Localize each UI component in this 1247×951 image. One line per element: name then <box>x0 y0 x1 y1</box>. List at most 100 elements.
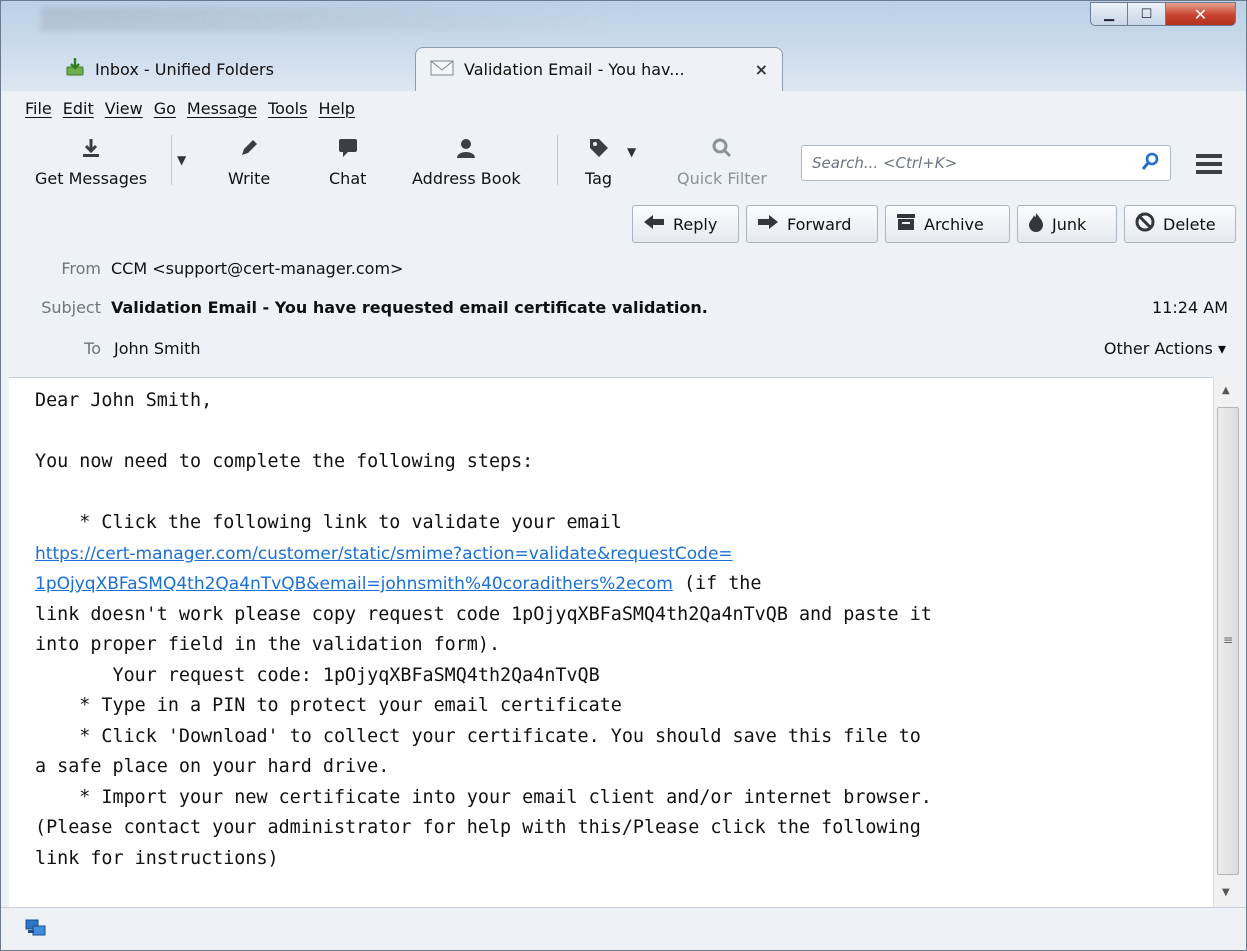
reply-button[interactable]: Reply <box>632 205 739 243</box>
toolbar-separator <box>171 135 172 185</box>
close-icon: ✕ <box>1193 4 1208 24</box>
quick-filter-label: Quick Filter <box>677 169 767 188</box>
pencil-icon <box>238 135 260 161</box>
thunderbird-window: Inbox - Unified Folders Validation Email… <box>0 0 1247 951</box>
address-book-button[interactable]: Address Book <box>412 135 521 188</box>
get-messages-dropdown-icon[interactable]: ▼ <box>177 153 186 167</box>
search-input[interactable]: Search... <Ctrl+K> <box>801 145 1171 181</box>
chat-label: Chat <box>329 169 367 188</box>
quick-filter-button[interactable]: Quick Filter <box>677 135 767 188</box>
archive-box-icon <box>896 213 916 235</box>
write-label: Write <box>228 169 271 188</box>
greeting: Dear John Smith, <box>35 390 213 411</box>
intro-text: You now need to complete the following s… <box>35 451 534 472</box>
scrollbar-grip-icon: ≡ <box>1223 633 1234 647</box>
menu-file[interactable]: File <box>25 99 52 118</box>
tab-close-icon[interactable]: × <box>755 60 768 79</box>
maximize-icon: ☐ <box>1140 6 1153 22</box>
step-validate: * Click the following link to validate y… <box>35 512 622 533</box>
online-status-icon[interactable] <box>25 918 47 942</box>
junk-flame-icon <box>1028 212 1044 236</box>
step-download: * Click 'Download' to collect your certi… <box>35 725 921 747</box>
get-messages-button[interactable]: Get Messages <box>35 135 147 188</box>
search-placeholder: Search... <Ctrl+K> <box>812 154 958 172</box>
tab-validation-email[interactable]: Validation Email - You hav... × <box>415 47 783 91</box>
scroll-down-arrow-icon[interactable]: ▼ <box>1222 887 1230 898</box>
to-row: To John Smith Other Actions ▾ <box>1 339 1246 363</box>
message-text: Dear John Smith, You now need to complet… <box>35 386 932 874</box>
minimize-icon: ▁ <box>1104 6 1114 22</box>
tab-inbox[interactable]: Inbox - Unified Folders <box>51 47 401 91</box>
other-actions-button[interactable]: Other Actions ▾ <box>1104 339 1226 358</box>
window-controls: ▁ ☐ ✕ <box>1090 2 1236 26</box>
forward-label: Forward <box>787 214 852 234</box>
link-fallback-text: link doesn't work please copy request co… <box>35 603 932 625</box>
menu-message[interactable]: Message <box>187 99 257 118</box>
toolbar-separator <box>557 135 558 185</box>
link-fallback-text-cont: into proper field in the validation form… <box>35 634 501 655</box>
delete-button[interactable]: Delete <box>1124 205 1236 243</box>
envelope-icon <box>430 59 454 81</box>
tab-inbox-label: Inbox - Unified Folders <box>95 59 274 79</box>
archive-label: Archive <box>924 214 984 234</box>
to-value[interactable]: John Smith <box>114 339 200 358</box>
forward-button[interactable]: Forward <box>746 205 878 243</box>
junk-button[interactable]: Junk <box>1017 205 1117 243</box>
download-icon <box>80 135 102 161</box>
close-window-button[interactable]: ✕ <box>1166 2 1236 26</box>
get-messages-label: Get Messages <box>35 169 148 188</box>
write-button[interactable]: Write <box>228 135 270 188</box>
delete-label: Delete <box>1163 214 1216 234</box>
reply-label: Reply <box>673 214 718 234</box>
step-download-cont: a safe place on your hard drive. <box>35 756 390 777</box>
status-bar <box>1 907 1246 950</box>
from-row: From CCM <support@cert-manager.com> <box>1 259 1246 283</box>
menu-edit[interactable]: Edit <box>63 99 94 118</box>
tag-label: Tag <box>585 169 613 188</box>
maximize-button[interactable]: ☐ <box>1128 2 1166 26</box>
menu-help[interactable]: Help <box>318 99 354 118</box>
tag-dropdown-icon[interactable]: ▼ <box>627 145 636 159</box>
validation-link-part1[interactable]: https://cert-manager.com/customer/static… <box>35 544 733 564</box>
scroll-up-arrow-icon[interactable]: ▲ <box>1222 385 1230 396</box>
tab-validation-email-label: Validation Email - You hav... <box>464 60 685 79</box>
subject-value: Validation Email - You have requested em… <box>111 298 708 317</box>
subject-label: Subject <box>41 298 101 317</box>
menu-tools[interactable]: Tools <box>268 99 307 118</box>
chat-bubble-icon <box>337 135 359 161</box>
link-suffix: (if the <box>672 573 762 594</box>
chat-button[interactable]: Chat <box>329 135 366 188</box>
junk-label: Junk <box>1052 214 1087 234</box>
validation-link-part2[interactable]: 1pOjyqXBFaSMQ4th2Qa4nTvQB&email=johnsmit… <box>35 574 673 594</box>
message-body: Dear John Smith, You now need to complet… <box>9 377 1213 907</box>
title-bar: Inbox - Unified Folders Validation Email… <box>1 1 1246 91</box>
from-label: From <box>61 259 101 278</box>
menu-bar: File Edit View Go Message Tools Help <box>1 91 1246 126</box>
step-import-cont: (Please contact your administrator for h… <box>35 817 921 838</box>
step-import: * Import your new certificate into your … <box>35 786 932 808</box>
archive-button[interactable]: Archive <box>885 205 1010 243</box>
minimize-button[interactable]: ▁ <box>1090 2 1128 26</box>
step-pin: * Type in a PIN to protect your email ce… <box>35 695 622 716</box>
reply-arrow-icon <box>643 214 665 234</box>
message-time: 11:24 AM <box>1152 298 1228 317</box>
menu-view[interactable]: View <box>105 99 143 118</box>
to-label: To <box>84 339 101 358</box>
tag-button[interactable]: Tag <box>585 135 612 188</box>
from-value[interactable]: CCM <support@cert-manager.com> <box>111 259 403 278</box>
tag-icon <box>588 135 610 161</box>
inbox-download-icon <box>65 57 85 81</box>
message-scrollbar[interactable]: ▲ ≡ ▼ <box>1213 377 1241 907</box>
search-icon[interactable] <box>1141 152 1160 174</box>
subject-row: Subject Validation Email - You have requ… <box>1 298 1246 322</box>
app-menu-button[interactable] <box>1194 153 1224 179</box>
message-actions: Reply Forward Archive Junk Delete <box>1 199 1246 249</box>
person-icon <box>455 135 477 161</box>
delete-forbidden-icon <box>1135 212 1155 236</box>
address-book-label: Address Book <box>412 169 521 188</box>
filter-magnifier-icon <box>711 135 733 161</box>
menu-go[interactable]: Go <box>154 99 176 118</box>
step-import-cont2: link for instructions) <box>35 847 279 869</box>
request-code: Your request code: 1pOjyqXBFaSMQ4th2Qa4n… <box>35 664 600 686</box>
forward-arrow-icon <box>757 214 779 234</box>
